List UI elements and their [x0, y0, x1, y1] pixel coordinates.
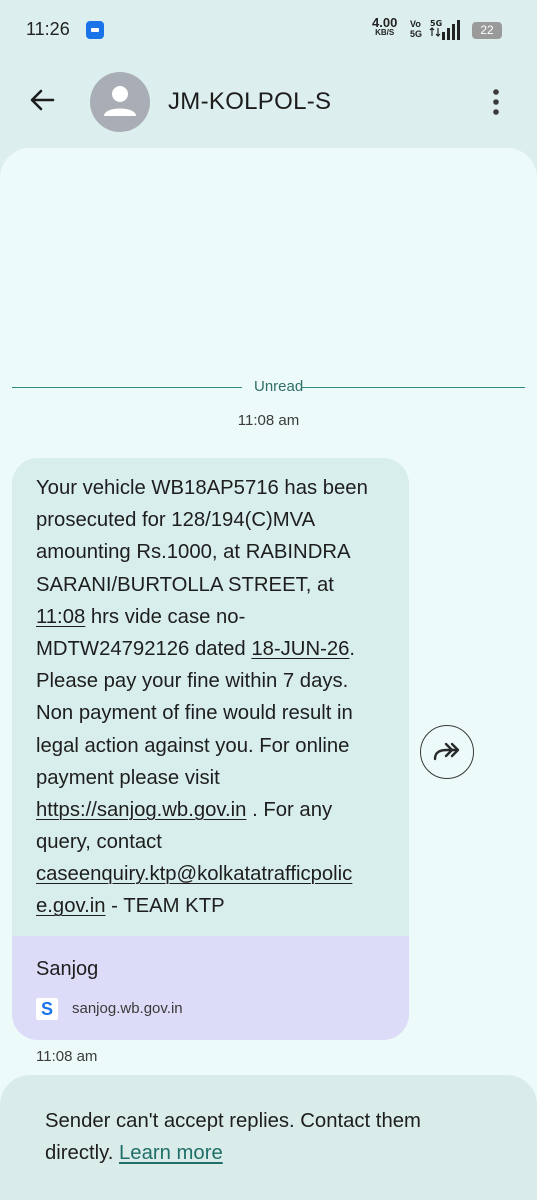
more-vertical-icon: [493, 89, 499, 115]
signal-strength-icon: 5G: [429, 19, 460, 40]
volte-top: Vo: [410, 19, 421, 29]
message-line: query, contact: [36, 831, 162, 854]
message-line: legal action against you. For online: [36, 734, 350, 757]
reply-disabled-notice: Sender can't accept replies. Contact the…: [0, 1075, 537, 1200]
message-line: Non payment of fine would result in: [36, 702, 353, 725]
back-arrow-icon: [30, 89, 55, 111]
message-bubble[interactable]: Your vehicle WB18AP5716 has been prosecu…: [12, 458, 409, 1040]
message-line: Your vehicle WB18AP5716 has been: [36, 477, 368, 499]
conversation-header: JM-KOLPOL-S: [0, 60, 537, 145]
unread-label: Unread: [254, 378, 304, 395]
message-line: payment please visit: [36, 766, 220, 789]
link-preview-domain: sanjog.wb.gov.in: [72, 1000, 183, 1017]
time-link[interactable]: 11:08: [36, 606, 85, 628]
message-line: https://sanjog.wb.gov.in . For any: [36, 794, 396, 826]
reply-disabled-text: Sender can't accept replies. Contact the…: [45, 1105, 485, 1169]
message-line: 11:08 hrs vide case no-: [36, 601, 396, 633]
email-link[interactable]: caseenquiry.ktp@kolkatatrafficpolic: [36, 863, 352, 885]
volte-indicator: Vo 5G: [410, 19, 422, 39]
message-line-text: .: [349, 637, 356, 660]
conversation-panel[interactable]: Unread 11:08 am Your vehicle WB18AP5716 …: [0, 148, 537, 1200]
date-stamp: 11:08 am: [237, 412, 300, 429]
network-speed: 4.00 KB/S: [372, 16, 397, 37]
forward-button[interactable]: [420, 725, 474, 779]
paytm-notification-icon: [86, 21, 104, 39]
forward-icon: [433, 742, 460, 761]
message-line: MDTW24792126 dated 18-JUN-26.: [36, 633, 396, 665]
message-line: SARANI/BURTOLLA STREET, at: [36, 573, 334, 596]
message-timestamp: 11:08 am: [36, 1048, 98, 1065]
link-preview-title: Sanjog: [36, 958, 99, 980]
unread-divider-line-right: [302, 387, 525, 388]
message-line-text: . For any: [246, 798, 333, 821]
person-icon: [104, 86, 136, 116]
volte-bottom: 5G: [410, 29, 423, 39]
date-link[interactable]: 18-JUN-26: [251, 638, 349, 660]
message-line-text: hrs vide case no-: [85, 605, 246, 628]
url-link[interactable]: https://sanjog.wb.gov.in: [36, 799, 246, 821]
unread-divider-line-left: [12, 387, 242, 388]
network-speed-unit: KB/S: [375, 28, 395, 37]
message-line: Please pay your fine within 7 days.: [36, 670, 349, 693]
status-time: 11:26: [26, 19, 70, 39]
contact-name[interactable]: JM-KOLPOL-S: [168, 88, 331, 116]
link-preview-card[interactable]: Sanjog S sanjog.wb.gov.in: [12, 936, 409, 1040]
site-favicon-icon: S: [36, 998, 58, 1020]
notice-line: Sender can't accept replies. Contact the…: [45, 1110, 421, 1132]
message-line: amounting Rs.1000, at RABINDRA: [36, 541, 351, 564]
message-line: prosecuted for 128/194(C)MVA: [36, 509, 316, 532]
learn-more-link[interactable]: Learn more: [119, 1142, 223, 1164]
message-line-text: - TEAM KTP: [105, 895, 225, 918]
message-line: caseenquiry.ktp@kolkatatrafficpolic: [36, 858, 396, 890]
email-link-continued[interactable]: e.gov.in: [36, 895, 106, 917]
message-line: e.gov.in - TEAM KTP: [36, 890, 396, 922]
battery-icon: 22: [472, 22, 502, 39]
contact-avatar[interactable]: [90, 72, 150, 132]
message-line-text: MDTW24792126 dated: [36, 637, 252, 660]
unread-divider: Unread: [12, 376, 525, 398]
notice-line: directly.: [45, 1142, 120, 1164]
status-bar: 11:26 4.00 KB/S Vo 5G 5G 22: [0, 0, 537, 60]
network-type-label: 5G: [430, 19, 442, 28]
more-options-button[interactable]: [478, 82, 514, 122]
back-button[interactable]: [22, 80, 62, 120]
message-text: Your vehicle WB18AP5716 has been prosecu…: [36, 472, 396, 923]
